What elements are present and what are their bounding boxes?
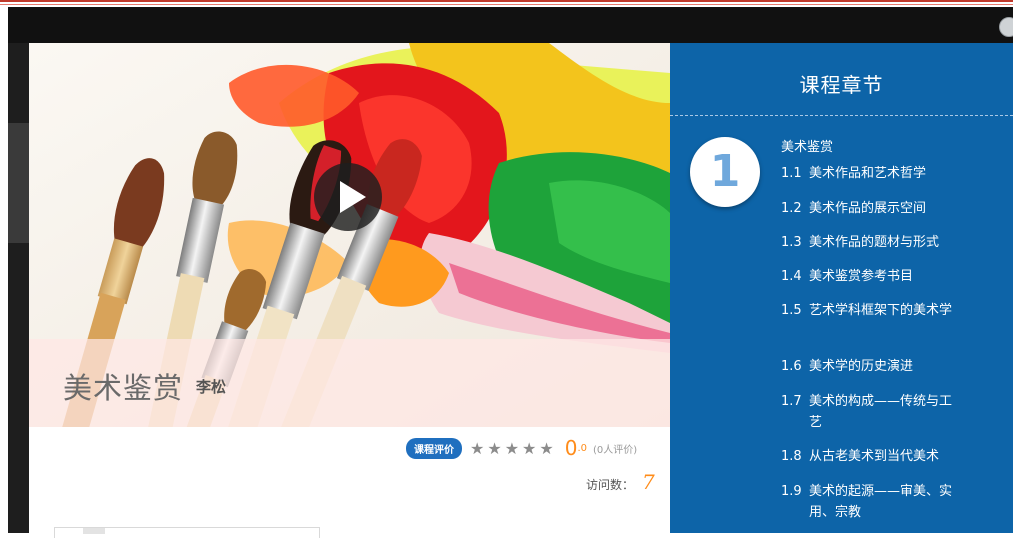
section-item[interactable]: 1.8 从古老美术到当代美术	[781, 446, 957, 467]
section-title: 美术作品和艺术哲学	[809, 166, 927, 181]
panel-title: 课程章节	[799, 73, 884, 97]
top-accent-line-thin	[0, 4, 1013, 5]
section-number: 1.5	[781, 303, 802, 318]
section-number: 1.2	[781, 201, 802, 216]
section-number: 1.7	[781, 394, 802, 409]
section-number: 1.1	[781, 166, 802, 181]
teacher-name: 李松	[196, 378, 227, 396]
section-item[interactable]: 1.6 美术学的历史演进	[781, 356, 957, 377]
section-title: 从古老美术到当代美术	[809, 449, 940, 464]
chapter-name[interactable]: 美术鉴赏	[781, 136, 833, 155]
section-number: 1.9	[781, 484, 802, 499]
section-number: 1.8	[781, 449, 802, 464]
section-title: 美术作品的展示空间	[809, 201, 927, 216]
chapter-number: 1	[709, 146, 741, 197]
rating-score-decimal: .0	[577, 442, 587, 454]
course-cover-video[interactable]: 美术鉴赏 李松	[29, 43, 670, 427]
play-button-icon[interactable]	[314, 163, 382, 231]
course-rating-button[interactable]: 课程评价	[406, 437, 462, 459]
panel-divider	[670, 115, 1013, 116]
rating-score: 0	[564, 436, 578, 460]
section-number: 1.4	[781, 269, 802, 284]
section-item[interactable]: 1.1 美术作品和艺术哲学	[781, 163, 957, 184]
section-item[interactable]: 1.4 美术鉴赏参考书目	[781, 266, 957, 287]
visit-label: 访问数：	[586, 478, 635, 492]
section-title: 美术的构成——传统与工艺	[809, 394, 953, 430]
visit-number: 7	[642, 470, 655, 494]
visit-count: 访问数： 7	[586, 470, 655, 494]
section-title: 美术的起源——审美、实用、宗教	[809, 484, 953, 520]
chapter-number-badge: 1	[690, 137, 760, 207]
left-scroll-strip	[8, 43, 29, 533]
section-item[interactable]: 1.3 美术作品的题材与形式	[781, 232, 957, 253]
section-item[interactable]: 1.2 美术作品的展示空间	[781, 198, 957, 219]
section-title: 艺术学科框架下的美术学	[809, 303, 953, 318]
section-number: 1.3	[781, 235, 802, 250]
star-icon[interactable]: ★	[470, 439, 484, 458]
section-number: 1.6	[781, 359, 802, 374]
chapter-panel: 课程章节 1 美术鉴赏 1.1 美术作品和艺术哲学 1.2 美术作品的展示空间 1.…	[670, 43, 1013, 533]
top-bar	[8, 7, 1013, 43]
star-icon[interactable]: ★	[539, 439, 553, 458]
user-avatar-icon[interactable]	[999, 17, 1013, 37]
section-title: 美术作品的题材与形式	[809, 235, 940, 250]
star-icon[interactable]: ★	[487, 439, 501, 458]
top-accent-line	[0, 0, 1013, 2]
course-title: 美术鉴赏	[63, 371, 184, 405]
rating-row: 课程评价 ★ ★ ★ ★ ★ 0 .0 (0人评价)	[406, 436, 638, 460]
bottom-tab[interactable]	[83, 528, 105, 534]
star-icon[interactable]: ★	[522, 439, 536, 458]
review-count: (0人评价)	[593, 444, 638, 456]
scroll-thumb[interactable]	[8, 123, 29, 243]
section-item[interactable]: 1.7 美术的构成——传统与工艺	[781, 391, 957, 433]
section-item[interactable]: 1.5 艺术学科框架下的美术学	[781, 300, 957, 321]
star-icon[interactable]: ★	[505, 439, 519, 458]
section-title: 美术鉴赏参考书目	[809, 269, 914, 284]
section-item[interactable]: 1.9 美术的起源——审美、实用、宗教	[781, 481, 957, 523]
section-title: 美术学的历史演进	[809, 359, 914, 374]
